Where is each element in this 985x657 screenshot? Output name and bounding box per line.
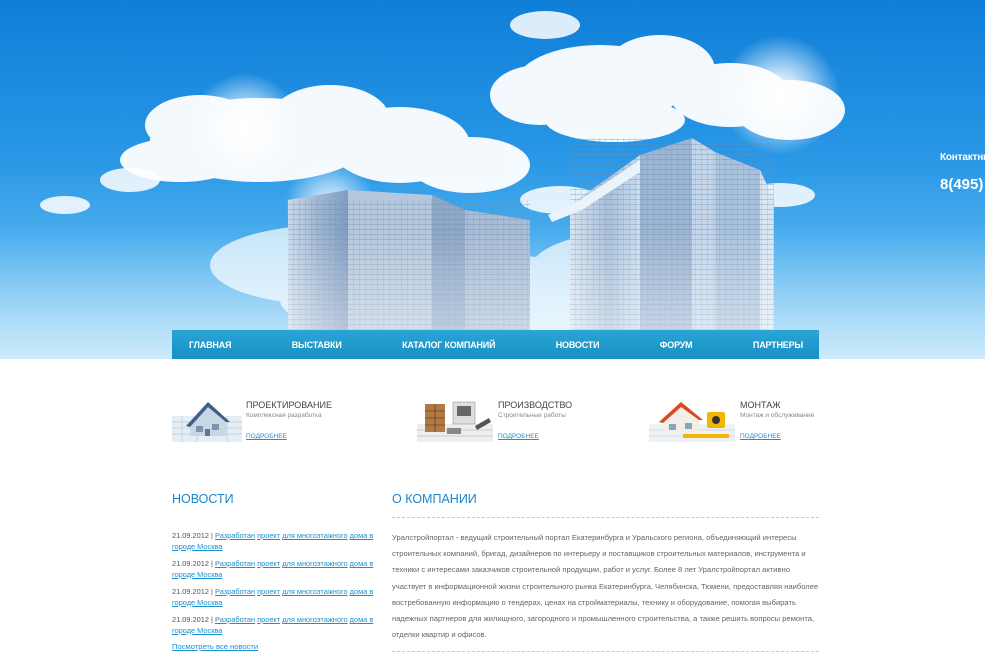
about-heading: О КОМПАНИИ [392, 492, 477, 506]
news-date: 21.09.2012 [172, 615, 209, 624]
service-production: ПРОИЗВОДСТВО Строительные работы ПОДРОБН… [417, 396, 597, 446]
hero-banner: Контактный 8(495)6 [0, 0, 985, 359]
news-heading: НОВОСТИ [172, 492, 234, 506]
service-more-link[interactable]: ПОДРОБНЕЕ [498, 433, 539, 440]
news-link[interactable]: Разработан [215, 559, 255, 568]
nav-item-home[interactable]: ГЛАВНАЯ [189, 340, 231, 350]
news-link[interactable]: Разработан [215, 531, 255, 540]
contact-label: Контактный [940, 152, 985, 163]
nav-item-catalog[interactable]: КАТАЛОГ КОМПАНИЙ [402, 340, 495, 350]
news-link[interactable]: дома в [350, 615, 374, 624]
news-date: 21.09.2012 [172, 531, 209, 540]
service-title: ПРОИЗВОДСТВО [498, 400, 573, 410]
house-blueprint-icon [172, 402, 242, 442]
news-link[interactable]: городе Москва [172, 570, 222, 579]
news-item: 21.09.2012 | Разработан проект для много… [172, 559, 377, 587]
nav-item-exhibitions[interactable]: ВЫСТАВКИ [292, 340, 342, 350]
news-link[interactable]: для многоэтажного [282, 587, 347, 596]
news-link[interactable]: дома в [350, 587, 374, 596]
news-item: 21.09.2012 | Разработан проект для много… [172, 587, 377, 615]
news-date: 21.09.2012 [172, 587, 209, 596]
news-link[interactable]: городе Москва [172, 542, 222, 551]
construction-tools-icon [417, 401, 493, 442]
news-list: 21.09.2012 | Разработан проект для много… [172, 531, 377, 643]
news-link[interactable]: для многоэтажного [282, 531, 347, 540]
about-divider-top [392, 517, 819, 518]
news-link[interactable]: для многоэтажного [282, 559, 347, 568]
news-link[interactable]: проект [257, 559, 280, 568]
nav-item-news[interactable]: НОВОСТИ [556, 340, 600, 350]
service-title: МОНТАЖ [740, 400, 781, 410]
news-item: 21.09.2012 | Разработан проект для много… [172, 615, 377, 643]
news-link[interactable]: для многоэтажного [282, 615, 347, 624]
about-text: Уралстройпортал - ведущий строительный п… [392, 533, 819, 640]
contact-phone: 8(495)6 [940, 165, 985, 196]
news-item: 21.09.2012 | Разработан проект для много… [172, 531, 377, 559]
about-divider-bottom [392, 651, 819, 652]
service-installation: МОНТАЖ Монтаж и обслуживание ПОДРОБНЕЕ [649, 396, 824, 446]
news-link[interactable]: проект [257, 587, 280, 596]
news-link[interactable]: дома в [350, 559, 374, 568]
service-subtitle: Строительные работы [498, 412, 566, 419]
service-subtitle: Комплексная разработка [246, 412, 322, 419]
service-design: ПРОЕКТИРОВАНИЕ Комплексная разработка ПО… [172, 396, 352, 446]
service-more-link[interactable]: ПОДРОБНЕЕ [740, 433, 781, 440]
nav-item-forum[interactable]: ФОРУМ [660, 340, 693, 350]
news-date: 21.09.2012 [172, 559, 209, 568]
all-news-link[interactable]: Посмотреть все новости [172, 642, 258, 651]
news-link[interactable]: городе Москва [172, 598, 222, 607]
news-link[interactable]: Разработан [215, 587, 255, 596]
news-link[interactable]: дома в [350, 531, 374, 540]
news-link[interactable]: городе Москва [172, 626, 222, 635]
nav-item-partners[interactable]: ПАРТНЕРЫ [753, 340, 803, 350]
hero-skyline-illustration [0, 11, 985, 359]
service-title: ПРОЕКТИРОВАНИЕ [246, 400, 332, 410]
main-nav: ГЛАВНАЯ ВЫСТАВКИ КАТАЛОГ КОМПАНИЙ НОВОСТ… [172, 330, 819, 359]
news-link[interactable]: проект [257, 531, 280, 540]
phone-code: 8(495) [940, 176, 984, 193]
service-subtitle: Монтаж и обслуживание [740, 412, 815, 419]
contact-block: Контактный 8(495)6 [940, 152, 985, 196]
service-more-link[interactable]: ПОДРОБНЕЕ [246, 433, 287, 440]
news-link[interactable]: Разработан [215, 615, 255, 624]
house-measure-icon [649, 402, 735, 442]
news-link[interactable]: проект [257, 615, 280, 624]
